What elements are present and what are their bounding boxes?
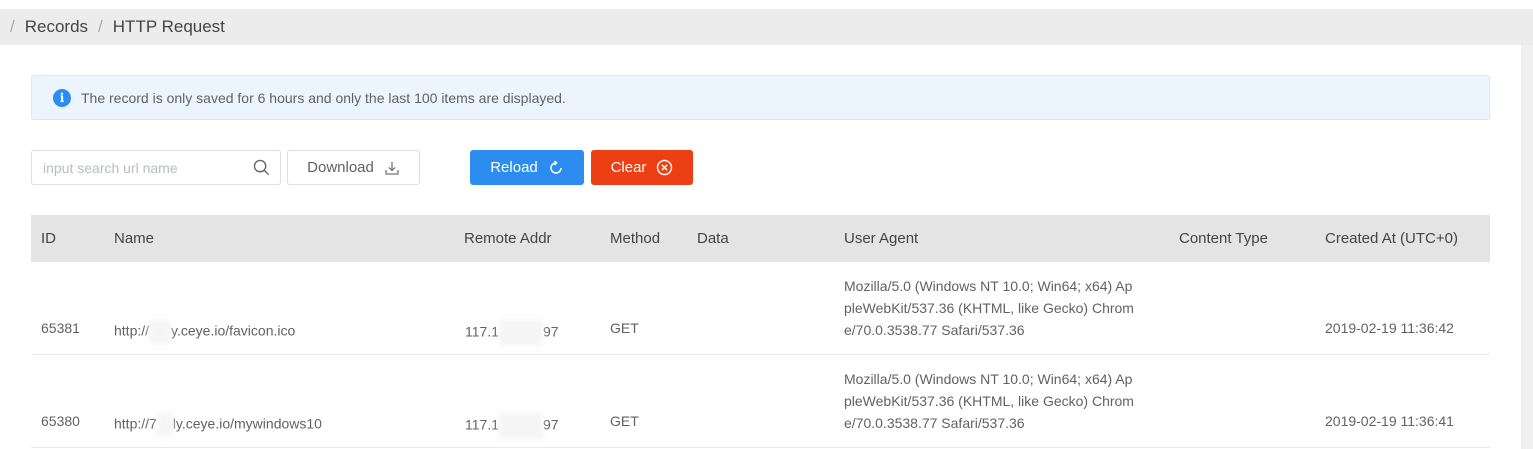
reload-button-label: Reload: [490, 159, 538, 176]
user-agent-line: Mozilla/5.0 (Windows NT 10.0; Win64; x64…: [844, 371, 1133, 387]
breadcrumb-separator: /: [98, 17, 103, 36]
cell-method: GET: [610, 413, 639, 429]
cell-created-at: 2019-02-19 11:36:41: [1325, 413, 1454, 429]
user-agent-line: pleWebKit/537.36 (KHTML, like Gecko) Chr…: [844, 393, 1134, 409]
user-agent-line: e/70.0.3538.77 Safari/537.36: [844, 322, 1025, 338]
records-page: i The record is only saved for 6 hours a…: [0, 45, 1533, 449]
clear-button-label: Clear: [610, 159, 647, 176]
cell-method: GET: [610, 320, 639, 336]
redaction-mark: [499, 413, 543, 439]
info-alert-text: The record is only saved for 6 hours and…: [81, 89, 566, 106]
redaction-mark: [149, 320, 172, 344]
column-header-method: Method: [610, 230, 661, 247]
redaction-mark: [499, 320, 543, 346]
table-row[interactable]: 65381 http:// y.ceye.io/favicon.ico 117.1…: [31, 262, 1490, 355]
cell-addr-suffix: 97: [543, 323, 559, 340]
cell-id: 65381: [41, 320, 80, 336]
column-header-data: Data: [697, 230, 729, 247]
breadcrumb-http-request: HTTP Request: [112, 17, 225, 36]
cell-name-prefix: http://7: [114, 415, 157, 432]
cell-name: http:// y.ceye.io/favicon.ico: [114, 320, 295, 344]
download-button-label: Download: [307, 159, 374, 176]
info-icon: i: [53, 88, 71, 107]
close-circle-icon: [657, 159, 673, 176]
reload-button[interactable]: Reload: [470, 150, 584, 185]
breadcrumb: / Records / HTTP Request: [0, 9, 1533, 45]
cell-user-agent: Mozilla/5.0 (Windows NT 10.0; Win64; x64…: [844, 368, 1134, 434]
column-header-user-agent: User Agent: [844, 230, 919, 247]
column-header-id: ID: [41, 230, 56, 247]
table-row[interactable]: 65380 http://7 ly.ceye.io/mywindows10 117…: [31, 355, 1490, 448]
column-header-created-at: Created At (UTC+0): [1325, 230, 1458, 247]
clear-button[interactable]: Clear: [591, 150, 693, 185]
user-agent-line: pleWebKit/537.36 (KHTML, like Gecko) Chr…: [844, 300, 1134, 316]
info-alert: i The record is only saved for 6 hours a…: [31, 75, 1490, 120]
download-icon: [385, 161, 399, 175]
column-header-remote-addr: Remote Addr: [464, 230, 552, 247]
cell-remote-addr: 117.1 97: [465, 413, 559, 439]
user-agent-line: e/70.0.3538.77 Safari/537.36: [844, 415, 1025, 431]
user-agent-line: Mozilla/5.0 (Windows NT 10.0; Win64; x64…: [844, 278, 1133, 294]
table-header: ID Name Remote Addr Method Data User Age…: [31, 215, 1490, 262]
cell-addr-prefix: 117.1: [465, 416, 499, 433]
redaction-mark: [156, 413, 173, 437]
cell-id: 65380: [41, 413, 80, 429]
download-button[interactable]: Download: [287, 150, 420, 185]
cell-user-agent: Mozilla/5.0 (Windows NT 10.0; Win64; x64…: [844, 275, 1134, 341]
search-input[interactable]: [41, 158, 245, 177]
column-header-content-type: Content Type: [1179, 230, 1268, 247]
cell-created-at: 2019-02-19 11:36:42: [1325, 320, 1454, 336]
search-icon[interactable]: [253, 159, 270, 176]
search-box: [31, 150, 281, 185]
column-header-name: Name: [114, 230, 155, 247]
breadcrumb-separator: /: [10, 17, 15, 36]
cell-addr-prefix: 117.1: [465, 323, 499, 340]
cell-remote-addr: 117.1 97: [465, 320, 559, 346]
cell-name: http://7 ly.ceye.io/mywindows10: [114, 413, 322, 437]
cell-name-prefix: http://: [114, 322, 150, 339]
cell-name-suffix: ly.ceye.io/mywindows10: [172, 415, 322, 432]
records-table: ID Name Remote Addr Method Data User Age…: [31, 215, 1490, 448]
vertical-scrollbar[interactable]: [1521, 45, 1533, 449]
reload-icon: [550, 159, 562, 174]
breadcrumb-records[interactable]: Records: [25, 17, 88, 37]
cell-name-suffix: y.ceye.io/favicon.ico: [171, 322, 296, 339]
cell-addr-suffix: 97: [543, 416, 559, 433]
